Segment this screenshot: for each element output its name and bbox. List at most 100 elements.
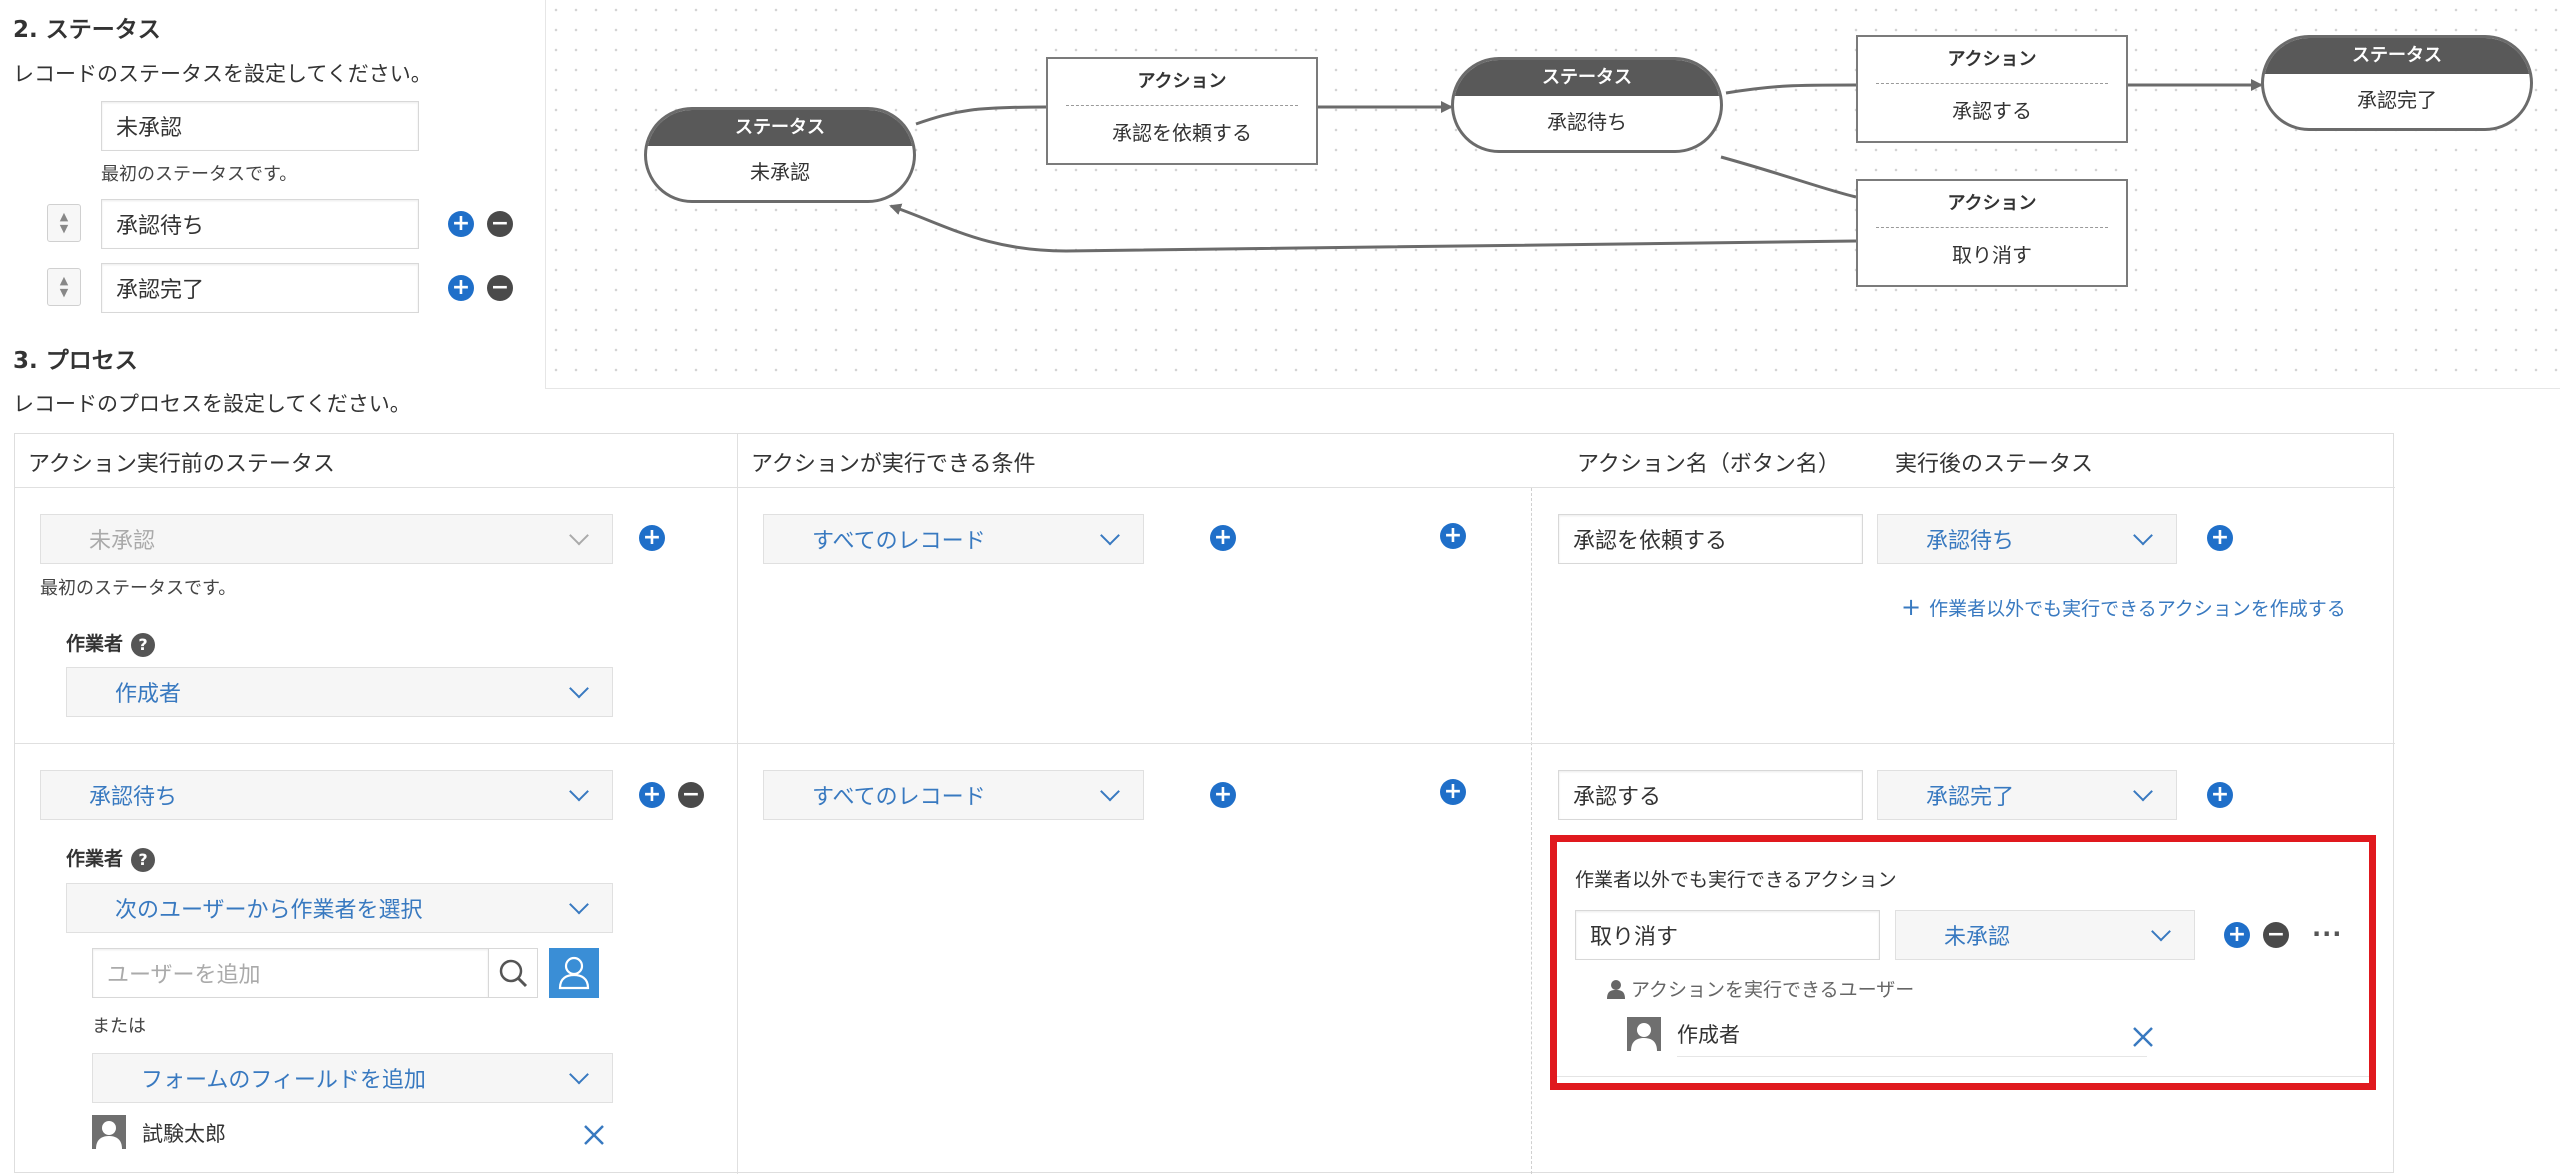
users-label-text: アクションを実行できるユーザー: [1631, 979, 1915, 1001]
chevron-down-icon: [569, 781, 589, 802]
plus-icon: +: [1901, 593, 1922, 621]
before-status-select: 未承認: [40, 514, 613, 564]
other-action-next-status-value: 未承認: [1944, 925, 2011, 950]
status-section-description: レコードのステータスを設定してください。: [13, 62, 432, 86]
action-name-input[interactable]: 承認する: [1558, 770, 1863, 820]
assignee-label: 作業者?: [66, 844, 156, 872]
assignee-select[interactable]: 次のユーザーから作業者を選択: [66, 883, 613, 933]
condition-select[interactable]: すべてのレコード: [763, 514, 1144, 564]
status-reorder-handle[interactable]: ▲ ▼: [47, 268, 81, 306]
row-divider: [15, 743, 2395, 744]
help-icon[interactable]: ?: [131, 632, 156, 657]
header-action-name: アクション名（ボタン名）: [1577, 452, 1840, 477]
remove-status-icon[interactable]: −: [487, 275, 513, 301]
header-before-status: アクション実行前のステータス: [28, 452, 335, 477]
chevron-down-icon: [1100, 525, 1120, 546]
or-label: または: [92, 1016, 146, 1037]
status-input-3[interactable]: 承認完了: [101, 263, 419, 313]
assignee-label: 作業者?: [66, 629, 156, 657]
add-condition-icon[interactable]: +: [1210, 782, 1236, 808]
add-condition-icon[interactable]: +: [1210, 525, 1236, 551]
add-other-action-link[interactable]: + 作業者以外でも実行できるアクションを作成する: [1901, 593, 2346, 621]
field-select[interactable]: フォームのフィールドを追加: [92, 1053, 613, 1103]
flow-action-name: 承認する: [1952, 99, 2032, 123]
user-search-button[interactable]: [488, 948, 538, 998]
next-status-select[interactable]: 承認待ち: [1877, 514, 2177, 564]
other-action-next-status-select[interactable]: 未承認: [1895, 910, 2195, 960]
chevron-down-icon: [2133, 525, 2153, 546]
flow-status-node[interactable]: ステータス 未承認: [644, 107, 916, 203]
first-status-note: 最初のステータスです。: [101, 164, 298, 185]
status-input-1[interactable]: 未承認: [101, 101, 419, 151]
flow-action-name: 承認を依頼する: [1112, 121, 1252, 145]
flow-action-header: アクション: [1876, 37, 2108, 84]
flow-status-node[interactable]: ステータス 承認完了: [2261, 35, 2533, 131]
help-icon[interactable]: ?: [131, 847, 156, 872]
remove-row-icon[interactable]: −: [678, 782, 704, 808]
user-search-input[interactable]: ユーザーを追加: [92, 948, 489, 998]
add-next-action-icon[interactable]: +: [2207, 782, 2233, 808]
add-action-icon[interactable]: +: [1440, 779, 1466, 805]
condition-value: すべてのレコード: [812, 529, 986, 554]
process-flow-canvas: ステータス 未承認 アクション 承認を依頼する ステータス 承認待ち アクション…: [545, 0, 2560, 389]
user-avatar-icon: [1627, 1017, 1661, 1051]
flow-status-node[interactable]: ステータス 承認待ち: [1451, 57, 1723, 153]
before-status-value: 承認待ち: [89, 785, 178, 810]
remove-other-action-icon[interactable]: −: [2263, 922, 2289, 948]
users-label: アクションを実行できるユーザー: [1607, 975, 1914, 1002]
status-input-2[interactable]: 承認待ち: [101, 199, 419, 249]
status-section-title: 2. ステータス: [13, 17, 161, 43]
condition-value: すべてのレコード: [812, 785, 986, 810]
flow-status-header: ステータス: [2264, 38, 2530, 74]
chevron-down-icon: [569, 678, 589, 699]
before-status-select[interactable]: 承認待ち: [40, 770, 613, 820]
process-section-description: レコードのプロセスを設定してください。: [13, 392, 411, 416]
person-icon: [1607, 980, 1625, 999]
flow-action-node[interactable]: アクション 取り消す: [1856, 179, 2128, 287]
add-status-icon[interactable]: +: [448, 211, 474, 237]
flow-action-node[interactable]: アクション 承認する: [1856, 35, 2128, 143]
action-user-name: 作成者: [1677, 1023, 1740, 1047]
assignee-value: 作成者: [115, 682, 182, 707]
next-status-value: 承認完了: [1926, 785, 2015, 810]
flow-status-header: ステータス: [647, 110, 913, 146]
add-row-icon[interactable]: +: [639, 525, 665, 551]
assignee-label-text: 作業者: [66, 848, 124, 870]
before-status-value: 未承認: [89, 529, 156, 554]
user-avatar-icon: [92, 1115, 126, 1149]
assignee-select[interactable]: 作成者: [66, 667, 613, 717]
add-status-icon[interactable]: +: [448, 275, 474, 301]
more-options-icon[interactable]: ···: [2312, 920, 2342, 948]
status-reorder-handle[interactable]: ▲ ▼: [47, 204, 81, 242]
flow-action-node[interactable]: アクション 承認を依頼する: [1046, 57, 1318, 165]
add-row-icon[interactable]: +: [639, 782, 665, 808]
flow-status-name: 未承認: [750, 160, 810, 184]
action-name-input[interactable]: 承認を依頼する: [1558, 514, 1863, 564]
add-next-action-icon[interactable]: +: [2207, 525, 2233, 551]
condition-select[interactable]: すべてのレコード: [763, 770, 1144, 820]
add-action-icon[interactable]: +: [1440, 523, 1466, 549]
chevron-down-icon: [569, 894, 589, 915]
next-status-select[interactable]: 承認完了: [1877, 770, 2177, 820]
header-next-status: 実行後のステータス: [1895, 452, 2094, 477]
remove-user-icon[interactable]: [2130, 1024, 2156, 1050]
first-status-note: 最初のステータスです。: [40, 578, 237, 599]
assigned-user-name: 試験太郎: [142, 1122, 226, 1146]
add-other-action-icon[interactable]: +: [2224, 922, 2250, 948]
other-action-name-input[interactable]: 取り消す: [1575, 910, 1880, 960]
assignee-value: 次のユーザーから作業者を選択: [115, 898, 423, 923]
user-row-underline: [1677, 1056, 2147, 1057]
user-picker-button[interactable]: [549, 948, 599, 998]
flow-status-name: 承認待ち: [1547, 110, 1627, 134]
chevron-down-icon: [569, 525, 589, 546]
remove-user-icon[interactable]: [581, 1122, 607, 1148]
process-section-title: 3. プロセス: [13, 348, 138, 374]
remove-status-icon[interactable]: −: [487, 211, 513, 237]
column-divider: [1531, 488, 1532, 1174]
add-other-action-text: 作業者以外でも実行できるアクションを作成する: [1929, 598, 2346, 620]
column-divider: [737, 434, 738, 1174]
search-icon: [499, 959, 528, 988]
panel-divider: [1557, 1076, 2369, 1077]
other-action-title: 作業者以外でも実行できるアクション: [1575, 869, 1897, 891]
flow-action-name: 取り消す: [1952, 243, 2032, 267]
